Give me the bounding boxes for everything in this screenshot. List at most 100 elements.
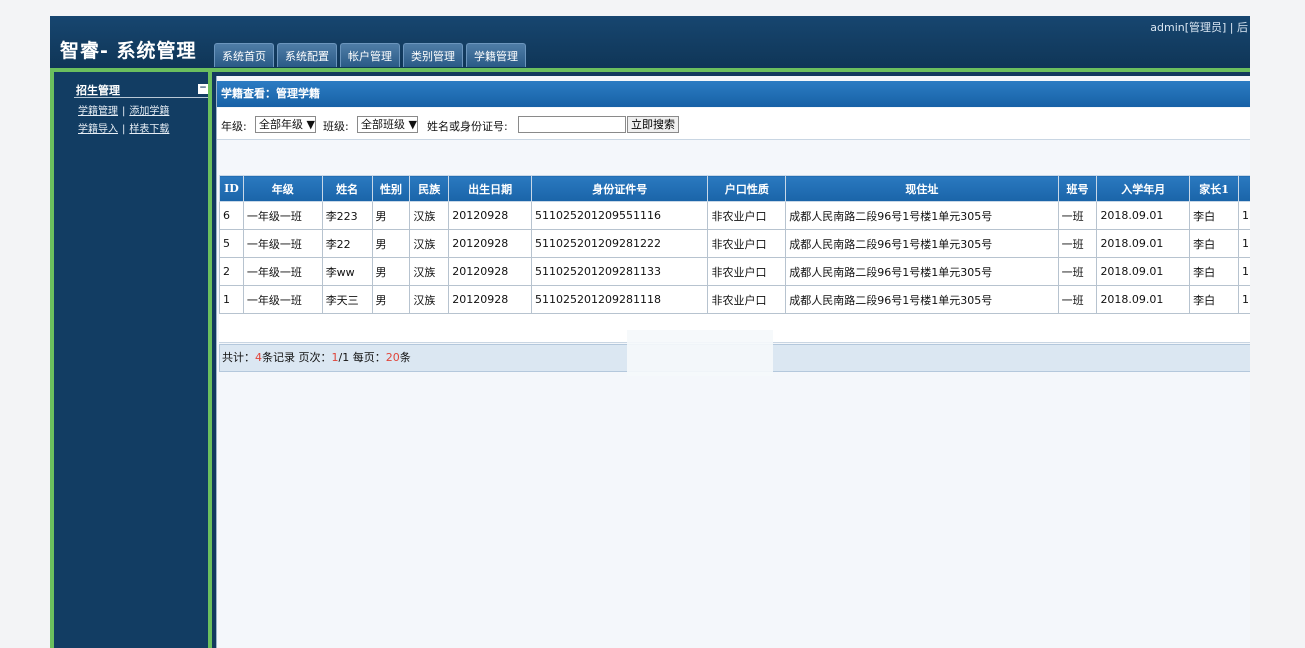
sidebar-links-row-1: 学籍管理 | 添加学籍 bbox=[78, 102, 169, 117]
column-header: ID bbox=[219, 175, 244, 202]
table-cell: 2018.09.01 bbox=[1096, 229, 1191, 258]
table-cell: 20120928 bbox=[448, 201, 532, 230]
table-cell: 511025201209551116 bbox=[530, 201, 709, 230]
table-row[interactable]: 6 一年级一班 李223 男 汉族 20120928 5110252012095… bbox=[219, 201, 1250, 230]
search-button[interactable]: 立即搜索 bbox=[627, 116, 679, 133]
sidebar-section-title: 招生管理 bbox=[76, 84, 120, 97]
table-cell: 李223 bbox=[321, 201, 373, 230]
table-cell: 一班 bbox=[1057, 229, 1098, 258]
total-count: 4 bbox=[255, 351, 262, 364]
total-prefix: 共计： bbox=[222, 351, 255, 364]
table-cell: 1 bbox=[1237, 229, 1250, 258]
table-cell: 汉族 bbox=[409, 229, 450, 258]
column-header: 班号 bbox=[1057, 175, 1098, 202]
table-cell: 511025201209281118 bbox=[530, 285, 709, 314]
keyword-label: 姓名或身份证号: bbox=[427, 120, 508, 133]
table-cell: 李ww bbox=[321, 257, 373, 286]
per-page-count: 20 bbox=[385, 351, 400, 364]
table-cell: 汉族 bbox=[409, 257, 450, 286]
column-header: 民族 bbox=[409, 175, 450, 202]
tab-category-management[interactable]: 类别管理 bbox=[403, 43, 463, 67]
link-separator: | bbox=[122, 106, 126, 117]
table-cell: 非农业户口 bbox=[707, 201, 787, 230]
table-cell: 男 bbox=[371, 201, 411, 230]
sidebar-links-row-2: 学籍导入 | 样表下载 bbox=[78, 120, 169, 135]
page-total: /1 每页： bbox=[338, 351, 386, 364]
table-cell: 1 bbox=[1237, 257, 1250, 286]
overlay-artifact bbox=[627, 330, 773, 376]
tab-account-management[interactable]: 帐户管理 bbox=[340, 43, 400, 67]
search-bar: 年级: 全部年级 ▼ 班级: 全部班级 ▼ 姓名或身份证号: 立即搜索 bbox=[217, 108, 1250, 140]
table-cell: 李白 bbox=[1189, 229, 1239, 258]
records-table: ID 年级 姓名 性别 民族 出生日期 身份证件号 户口性质 现住址 班号 入学… bbox=[219, 175, 1250, 314]
column-header: 出生日期 bbox=[448, 175, 532, 202]
table-cell: 李天三 bbox=[321, 285, 373, 314]
table-cell: 511025201209281133 bbox=[530, 257, 709, 286]
table-row[interactable]: 2 一年级一班 李ww 男 汉族 20120928 51102520120928… bbox=[219, 257, 1250, 286]
table-cell: 一班 bbox=[1057, 285, 1098, 314]
column-header: 家长1 bbox=[1189, 175, 1239, 202]
table-cell: 2018.09.01 bbox=[1096, 201, 1191, 230]
table-cell: 李白 bbox=[1189, 257, 1239, 286]
column-header: 年级 bbox=[242, 175, 323, 202]
column-header: 身份证件号 bbox=[530, 175, 709, 202]
user-bar[interactable]: admin[管理员] | 后 bbox=[1150, 19, 1248, 35]
grade-label: 年级: bbox=[221, 120, 247, 133]
link-separator: | bbox=[122, 124, 126, 135]
class-label: 班级: bbox=[323, 120, 349, 133]
table-cell: 一班 bbox=[1057, 257, 1098, 286]
header: 智睿- 系统管理 admin[管理员] | 后 系统首页 系统配置 帐户管理 类… bbox=[50, 16, 1250, 70]
table-cell: 非农业户口 bbox=[707, 285, 787, 314]
panel-title: 学籍查看：管理学籍 bbox=[217, 81, 1250, 107]
sidebar-link-import-records[interactable]: 学籍导入 bbox=[78, 124, 118, 135]
table-cell: 男 bbox=[371, 229, 411, 258]
app-title: 智睿- 系统管理 bbox=[60, 40, 197, 62]
column-header: 性别 bbox=[371, 175, 411, 202]
table-header-row: ID 年级 姓名 性别 民族 出生日期 身份证件号 户口性质 现住址 班号 入学… bbox=[219, 175, 1250, 202]
per-page-suffix: 条 bbox=[399, 351, 411, 364]
header-divider bbox=[50, 68, 1250, 72]
table-cell: 成都人民南路二段96号1号楼1单元305号 bbox=[785, 229, 1059, 258]
records-table-container: ID 年级 姓名 性别 民族 出生日期 身份证件号 户口性质 现住址 班号 入学… bbox=[219, 175, 1250, 343]
keyword-input[interactable] bbox=[518, 116, 626, 133]
total-suffix: 条记录 页次： bbox=[262, 351, 332, 364]
table-cell: 5 bbox=[219, 229, 244, 258]
sidebar: 招生管理 − 学籍管理 | 添加学籍 学籍导入 | 样表下载 bbox=[50, 72, 212, 648]
sidebar-link-student-records[interactable]: 学籍管理 bbox=[78, 106, 118, 117]
table-cell: 李白 bbox=[1189, 201, 1239, 230]
table-cell: 非农业户口 bbox=[707, 229, 787, 258]
column-header: 户口性质 bbox=[707, 175, 787, 202]
column-header: 姓名 bbox=[321, 175, 373, 202]
table-cell: 男 bbox=[371, 257, 411, 286]
table-cell: 一年级一班 bbox=[242, 201, 323, 230]
table-row[interactable]: 5 一年级一班 李22 男 汉族 20120928 51102520120928… bbox=[219, 229, 1250, 258]
table-cell: 2018.09.01 bbox=[1096, 285, 1191, 314]
sidebar-link-add-record[interactable]: 添加学籍 bbox=[129, 106, 169, 117]
tab-system-config[interactable]: 系统配置 bbox=[277, 43, 337, 67]
column-header bbox=[1237, 175, 1250, 202]
sidebar-link-download-template[interactable]: 样表下载 bbox=[129, 124, 169, 135]
table-cell: 汉族 bbox=[409, 201, 450, 230]
table-cell: 李白 bbox=[1189, 285, 1239, 314]
table-cell: 成都人民南路二段96号1号楼1单元305号 bbox=[785, 285, 1059, 314]
class-select[interactable]: 全部班级 ▼ bbox=[357, 116, 418, 133]
tab-student-records[interactable]: 学籍管理 bbox=[466, 43, 526, 67]
table-cell: 一年级一班 bbox=[242, 229, 323, 258]
table-cell: 非农业户口 bbox=[707, 257, 787, 286]
tab-home[interactable]: 系统首页 bbox=[214, 43, 274, 67]
table-cell: 511025201209281222 bbox=[530, 229, 709, 258]
table-cell: 20120928 bbox=[448, 257, 532, 286]
table-cell: 1 bbox=[1237, 201, 1250, 230]
table-cell: 成都人民南路二段96号1号楼1单元305号 bbox=[785, 257, 1059, 286]
table-cell: 男 bbox=[371, 285, 411, 314]
main-content: 学籍查看：管理学籍 年级: 全部年级 ▼ 班级: 全部班级 ▼ 姓名或身份证号:… bbox=[216, 76, 1250, 648]
table-cell: 20120928 bbox=[448, 229, 532, 258]
grade-select[interactable]: 全部年级 ▼ bbox=[255, 116, 316, 133]
top-nav-tabs: 系统首页 系统配置 帐户管理 类别管理 学籍管理 bbox=[214, 43, 526, 67]
sidebar-section-header[interactable]: 招生管理 − bbox=[74, 82, 208, 98]
table-cell: 1 bbox=[219, 285, 244, 314]
table-cell: 1 bbox=[1237, 285, 1250, 314]
minus-box-icon[interactable]: − bbox=[198, 84, 208, 94]
table-cell: 李22 bbox=[321, 229, 373, 258]
table-row[interactable]: 1 一年级一班 李天三 男 汉族 20120928 51102520120928… bbox=[219, 285, 1250, 314]
